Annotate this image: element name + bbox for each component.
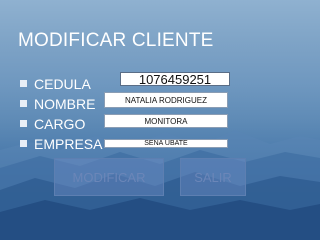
bullet-icon — [20, 120, 27, 127]
nombre-field[interactable]: NATALIA RODRIGUEZ — [104, 92, 228, 108]
cargo-label: CARGO — [20, 116, 85, 132]
modify-button[interactable]: MODIFICAR — [54, 158, 164, 196]
cargo-field[interactable]: MONITORA — [104, 114, 228, 128]
empresa-label-text: EMPRESA — [34, 136, 103, 152]
cedula-field[interactable]: 1076459251 — [120, 72, 230, 86]
exit-button[interactable]: SALIR — [180, 158, 246, 196]
nombre-label: NOMBRE — [20, 96, 95, 112]
empresa-label: EMPRESA — [20, 136, 102, 152]
nombre-label-text: NOMBRE — [34, 96, 96, 112]
page-title: MODIFICAR CLIENTE — [18, 30, 214, 51]
cargo-label-text: CARGO — [34, 116, 86, 132]
slide-background: MODIFICAR CLIENTE CEDULA NOMBRE CARGO EM… — [0, 0, 320, 240]
bullet-icon — [20, 80, 27, 87]
bullet-icon — [20, 100, 27, 107]
cedula-label-text: CEDULA — [34, 76, 91, 92]
bullet-icon — [20, 140, 27, 147]
cedula-label: CEDULA — [20, 76, 91, 92]
empresa-field[interactable]: SENA UBATE — [104, 139, 228, 148]
